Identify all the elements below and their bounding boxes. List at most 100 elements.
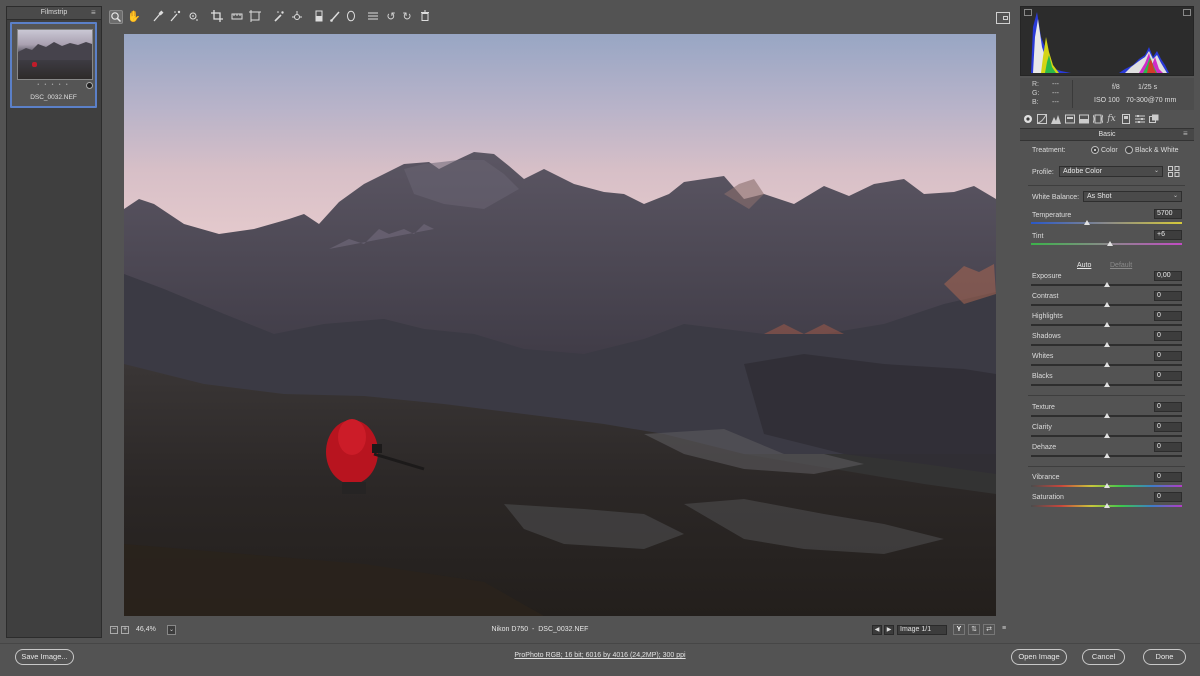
color-sampler-tool-icon[interactable]	[168, 10, 182, 24]
image-info: R: --- G: --- B: --- f/8 1/25 s ISO 100 …	[1020, 78, 1194, 110]
tab-snapshots-icon[interactable]	[1148, 114, 1159, 125]
rotate-left-icon[interactable]: ↺	[384, 10, 398, 24]
tint-input[interactable]: +6	[1154, 230, 1182, 240]
fullscreen-toggle-icon[interactable]	[996, 12, 1010, 24]
open-image-button[interactable]: Open Image	[1011, 649, 1067, 665]
tint-label: Tint	[1032, 233, 1044, 240]
whites-input[interactable]: 0	[1154, 351, 1182, 361]
tab-detail-icon[interactable]	[1050, 114, 1061, 125]
dehaze-slider-thumb[interactable]	[1103, 453, 1110, 458]
profile-dropdown[interactable]: Adobe Color ⌄	[1059, 166, 1163, 177]
zoom-tool-icon[interactable]	[109, 10, 123, 24]
profile-browser-icon[interactable]	[1168, 166, 1180, 177]
vibrance-slider-thumb[interactable]	[1103, 483, 1110, 488]
default-button[interactable]: Default	[1110, 262, 1132, 269]
temperature-input[interactable]: 5700	[1154, 209, 1182, 219]
blacks-slider-thumb[interactable]	[1103, 382, 1110, 387]
white-balance-value: As Shot	[1087, 193, 1112, 200]
blacks-input[interactable]: 0	[1154, 371, 1182, 381]
temperature-slider[interactable]	[1031, 222, 1182, 224]
auto-button[interactable]: Auto	[1077, 262, 1091, 269]
tint-slider-thumb[interactable]	[1106, 241, 1113, 246]
saturation-input[interactable]: 0	[1154, 492, 1182, 502]
hand-tool-icon[interactable]: ✋	[127, 10, 141, 24]
tab-lens-corrections-icon[interactable]	[1092, 114, 1103, 125]
trash-icon[interactable]	[418, 10, 432, 24]
workflow-options-link[interactable]: ProPhoto RGB; 16 bit; 6016 by 4016 (24,2…	[380, 652, 820, 659]
texture-input[interactable]: 0	[1154, 402, 1182, 412]
crop-tool-icon[interactable]	[210, 10, 224, 24]
adjustment-brush-icon[interactable]	[328, 10, 342, 24]
tab-tone-curve-icon[interactable]	[1036, 114, 1047, 125]
g-label: G:	[1032, 90, 1040, 97]
thumbnail-filename: DSC_0032.NEF	[30, 94, 77, 101]
preview-photo-mountains	[124, 34, 996, 616]
tool-bar: ✋ ↺ ↻	[106, 7, 436, 27]
straighten-tool-icon[interactable]	[230, 10, 244, 24]
exposure-slider-thumb[interactable]	[1103, 282, 1110, 287]
tab-hsl-icon[interactable]	[1064, 114, 1075, 125]
radial-filter-icon[interactable]	[344, 10, 358, 24]
white-balance-label: White Balance:	[1032, 194, 1080, 201]
exposure-input[interactable]: 0,00	[1154, 271, 1182, 281]
treatment-color-label: Color	[1101, 147, 1118, 154]
white-balance-dropdown[interactable]: As Shot ⌄	[1083, 191, 1182, 202]
b-label: B:	[1032, 99, 1039, 106]
filmstrip-menu-icon[interactable]: ≡	[91, 9, 98, 17]
whites-slider-thumb[interactable]	[1103, 362, 1110, 367]
shadow-clipping-icon[interactable]	[1024, 9, 1032, 16]
zoom-out-button[interactable]: −	[110, 626, 118, 634]
panel-divider	[1028, 466, 1185, 467]
rotate-right-icon[interactable]: ↻	[400, 10, 414, 24]
image-filename: DSC_0032.NEF	[538, 626, 589, 633]
swap-settings-icon[interactable]: ⇅	[968, 624, 980, 635]
tab-effects-icon[interactable]: fx	[1106, 114, 1117, 125]
r-label: R:	[1032, 81, 1039, 88]
before-after-view-button[interactable]: Y	[953, 624, 965, 635]
highlight-clipping-icon[interactable]	[1183, 9, 1191, 16]
red-eye-tool-icon[interactable]	[290, 10, 304, 24]
clarity-slider-thumb[interactable]	[1103, 433, 1110, 438]
treatment-label: Treatment:	[1032, 147, 1066, 154]
white-balance-tool-icon[interactable]	[151, 10, 165, 24]
targeted-adjustment-tool-icon[interactable]	[186, 10, 200, 24]
tab-calibration-icon[interactable]	[1120, 114, 1131, 125]
g-value: ---	[1052, 90, 1059, 97]
contrast-input[interactable]: 0	[1154, 291, 1182, 301]
zoom-dropdown-icon[interactable]: ⌄	[167, 625, 176, 635]
graduated-filter-icon[interactable]	[312, 10, 326, 24]
spot-removal-tool-icon[interactable]	[272, 10, 286, 24]
treatment-bw-radio[interactable]	[1125, 146, 1133, 154]
zoom-level: 46,4%	[136, 626, 156, 633]
previous-image-button[interactable]: ◀	[872, 625, 882, 635]
clarity-input[interactable]: 0	[1154, 422, 1182, 432]
dehaze-input[interactable]: 0	[1154, 442, 1182, 452]
filmstrip-thumbnail[interactable]: • • • • • DSC_0032.NEF	[10, 22, 97, 108]
shadows-input[interactable]: 0	[1154, 331, 1182, 341]
save-image-button[interactable]: Save Image...	[15, 649, 74, 665]
photo-preview[interactable]	[124, 34, 996, 616]
copy-settings-icon[interactable]: ⇄	[983, 624, 995, 635]
panel-menu-icon[interactable]: ≡	[1183, 129, 1191, 138]
tab-presets-icon[interactable]	[1134, 114, 1145, 125]
highlights-input[interactable]: 0	[1154, 311, 1182, 321]
transform-tool-icon[interactable]	[248, 10, 262, 24]
contrast-slider-thumb[interactable]	[1103, 302, 1110, 307]
tab-basic-icon[interactable]	[1022, 114, 1033, 125]
next-image-button[interactable]: ▶	[884, 625, 894, 635]
saturation-slider-thumb[interactable]	[1103, 503, 1110, 508]
basic-panel-header: Basic	[1020, 128, 1194, 141]
vibrance-input[interactable]: 0	[1154, 472, 1182, 482]
treatment-color-radio[interactable]	[1091, 146, 1099, 154]
highlights-slider-thumb[interactable]	[1103, 322, 1110, 327]
toggle-settings-icon[interactable]: ≡	[998, 624, 1010, 635]
done-button[interactable]: Done	[1143, 649, 1186, 665]
shadows-slider-thumb[interactable]	[1103, 342, 1110, 347]
zoom-in-button[interactable]: +	[121, 626, 129, 634]
tab-split-toning-icon[interactable]	[1078, 114, 1089, 125]
thumbnail-rating[interactable]: • • • • •	[12, 82, 95, 88]
cancel-button[interactable]: Cancel	[1082, 649, 1125, 665]
temperature-slider-thumb[interactable]	[1083, 220, 1090, 225]
list-menu-icon[interactable]	[366, 10, 380, 24]
texture-slider-thumb[interactable]	[1103, 413, 1110, 418]
